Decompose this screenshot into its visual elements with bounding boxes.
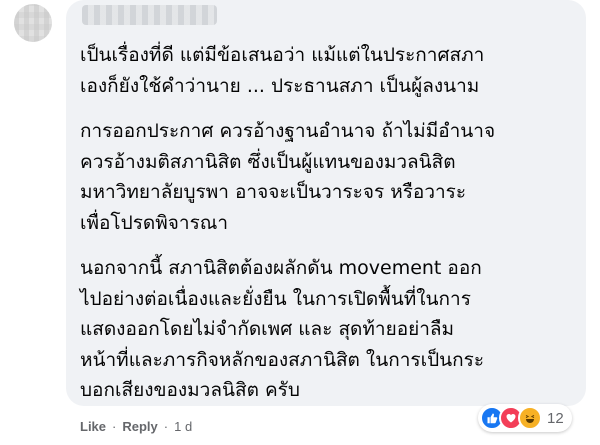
timestamp[interactable]: 1 d (174, 419, 192, 434)
comment-actions: Like · Reply · 1 d (80, 419, 192, 434)
reply-button[interactable]: Reply (122, 419, 157, 434)
like-button[interactable]: Like (80, 419, 106, 434)
comment-paragraph-2: การออกประกาศ ควรอ้างฐานอำนาจ ถ้าไม่มีอำน… (80, 120, 496, 234)
comment-bubble: █████ ████ เป็นเรื่องที่ดี แต่มีข้อเสนอว… (66, 0, 586, 406)
separator: · (112, 419, 117, 434)
comment-paragraph-1: เป็นเรื่องที่ดี แต่มีข้อเสนอว่า แม้แต่ใน… (80, 44, 485, 97)
reaction-count: 12 (547, 409, 564, 427)
separator: · (163, 419, 169, 434)
comment: █████ ████ เป็นเรื่องที่ดี แต่มีข้อเสนอว… (0, 0, 600, 445)
haha-icon (518, 406, 542, 430)
reactions-summary[interactable]: 12 (478, 404, 572, 432)
author-name[interactable]: █████ ████ (82, 5, 217, 20)
comment-paragraph-3: นอกจากนี้ สภานิสิตต้องผลักดัน movement อ… (80, 257, 485, 401)
avatar[interactable] (14, 4, 52, 42)
